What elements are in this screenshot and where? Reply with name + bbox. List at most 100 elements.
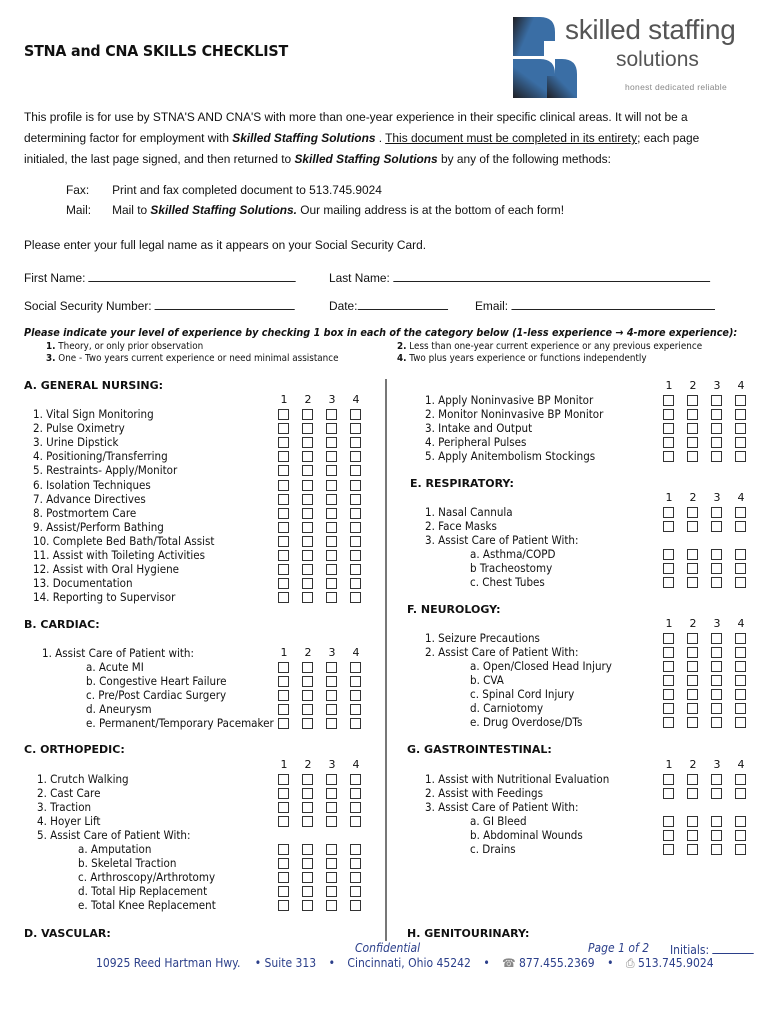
checkbox-G-1-level-3[interactable] (711, 788, 722, 800)
checkbox-A-2-level-4[interactable] (350, 437, 361, 449)
checkbox-F-0-level-1[interactable] (663, 633, 674, 644)
checkbox-G-sub-0-level-4[interactable] (735, 816, 746, 827)
checkbox-C-2-level-1[interactable] (278, 802, 289, 814)
checkbox-A-9-level-2[interactable] (302, 535, 313, 547)
checkbox-A-13-level-2[interactable] (302, 592, 313, 604)
checkbox-E-sub-2-level-4[interactable] (735, 577, 746, 589)
checkbox-D-2-level-2[interactable] (687, 423, 698, 435)
checkbox-A-8-level-1[interactable] (278, 521, 289, 533)
checkbox-B-2-level-1[interactable] (278, 690, 289, 702)
checkbox-A-7-level-4[interactable] (350, 507, 361, 519)
checkbox-C-3-level-4[interactable] (350, 816, 361, 828)
checkbox-A-12-level-4[interactable] (350, 578, 361, 590)
checkbox-G-sub-1-level-1[interactable] (663, 830, 674, 842)
checkbox-F-sub-0-level-3[interactable] (711, 661, 722, 672)
email-input[interactable] (511, 297, 715, 310)
checkbox-B-3-level-4[interactable] (350, 704, 361, 716)
checkbox-C-3-level-3[interactable] (326, 816, 337, 828)
checkbox-A-8-level-4[interactable] (350, 521, 361, 533)
checkbox-D-4-level-4[interactable] (735, 451, 746, 463)
checkbox-C-sub-3-level-3[interactable] (326, 886, 337, 898)
checkbox-A-13-level-1[interactable] (278, 592, 289, 604)
checkbox-F-sub-2-level-3[interactable] (711, 689, 722, 701)
checkbox-B-4-level-1[interactable] (278, 718, 289, 730)
checkbox-G-sub-2-level-2[interactable] (687, 844, 698, 856)
checkbox-G-0-level-4[interactable] (735, 774, 746, 785)
checkbox-A-13-level-3[interactable] (326, 592, 337, 604)
checkbox-F-sub-0-level-2[interactable] (687, 661, 698, 672)
checkbox-A-11-level-3[interactable] (326, 564, 337, 576)
checkbox-B-0-level-1[interactable] (278, 662, 289, 673)
checkbox-B-4-level-3[interactable] (326, 718, 337, 730)
checkbox-D-2-level-1[interactable] (663, 423, 674, 435)
checkbox-A-5-level-4[interactable] (350, 479, 361, 491)
checkbox-C-sub-3-level-1[interactable] (278, 886, 289, 898)
checkbox-C-1-level-3[interactable] (326, 788, 337, 800)
checkbox-A-11-level-2[interactable] (302, 564, 313, 576)
checkbox-D-0-level-4[interactable] (735, 395, 746, 406)
checkbox-A-5-level-1[interactable] (278, 479, 289, 491)
checkbox-E-1-level-4[interactable] (735, 521, 746, 533)
checkbox-A-11-level-1[interactable] (278, 564, 289, 576)
checkbox-C-sub-3-level-4[interactable] (350, 886, 361, 898)
checkbox-A-12-level-2[interactable] (302, 578, 313, 590)
checkbox-C-sub-4-level-2[interactable] (302, 900, 313, 912)
checkbox-A-0-level-4[interactable] (350, 409, 361, 420)
checkbox-E-1-level-1[interactable] (663, 521, 674, 533)
checkbox-C-2-level-2[interactable] (302, 802, 313, 814)
checkbox-A-2-level-2[interactable] (302, 437, 313, 449)
checkbox-G-0-level-1[interactable] (663, 774, 674, 785)
checkbox-A-0-level-2[interactable] (302, 409, 313, 420)
checkbox-A-5-level-2[interactable] (302, 479, 313, 491)
checkbox-C-3-level-1[interactable] (278, 816, 289, 828)
checkbox-E-1-level-3[interactable] (711, 521, 722, 533)
initials-input[interactable] (712, 941, 754, 954)
checkbox-F-sub-3-level-2[interactable] (687, 703, 698, 715)
checkbox-G-1-level-4[interactable] (735, 788, 746, 800)
checkbox-C-2-level-3[interactable] (326, 802, 337, 814)
checkbox-B-2-level-2[interactable] (302, 690, 313, 702)
checkbox-E-sub-2-level-1[interactable] (663, 577, 674, 589)
checkbox-F-1-level-1[interactable] (663, 647, 674, 659)
checkbox-A-4-level-1[interactable] (278, 465, 289, 477)
checkbox-E-0-level-2[interactable] (687, 507, 698, 518)
checkbox-A-7-level-1[interactable] (278, 507, 289, 519)
checkbox-B-2-level-3[interactable] (326, 690, 337, 702)
checkbox-C-sub-0-level-4[interactable] (350, 844, 361, 855)
checkbox-A-4-level-2[interactable] (302, 465, 313, 477)
checkbox-A-10-level-1[interactable] (278, 550, 289, 561)
checkbox-C-sub-0-level-1[interactable] (278, 844, 289, 855)
checkbox-D-2-level-4[interactable] (735, 423, 746, 435)
checkbox-A-7-level-3[interactable] (326, 507, 337, 519)
checkbox-D-3-level-4[interactable] (735, 437, 746, 449)
checkbox-C-1-level-1[interactable] (278, 788, 289, 800)
checkbox-C-sub-2-level-3[interactable] (326, 872, 337, 884)
checkbox-C-sub-1-level-2[interactable] (302, 858, 313, 870)
checkbox-F-0-level-4[interactable] (735, 633, 746, 644)
checkbox-C-sub-4-level-1[interactable] (278, 900, 289, 912)
checkbox-A-3-level-3[interactable] (326, 451, 337, 463)
checkbox-A-6-level-1[interactable] (278, 493, 289, 505)
checkbox-F-sub-3-level-4[interactable] (735, 703, 746, 715)
checkbox-C-0-level-3[interactable] (326, 774, 337, 785)
checkbox-A-1-level-4[interactable] (350, 423, 361, 435)
checkbox-F-sub-3-level-1[interactable] (663, 703, 674, 715)
checkbox-E-sub-2-level-2[interactable] (687, 577, 698, 589)
checkbox-G-sub-2-level-1[interactable] (663, 844, 674, 856)
checkbox-C-0-level-2[interactable] (302, 774, 313, 785)
checkbox-E-sub-0-level-1[interactable] (663, 549, 674, 560)
checkbox-C-sub-2-level-4[interactable] (350, 872, 361, 884)
checkbox-A-4-level-4[interactable] (350, 465, 361, 477)
checkbox-F-sub-1-level-2[interactable] (687, 675, 698, 687)
checkbox-A-1-level-2[interactable] (302, 423, 313, 435)
checkbox-E-0-level-4[interactable] (735, 507, 746, 518)
checkbox-A-13-level-4[interactable] (350, 592, 361, 604)
checkbox-C-sub-1-level-3[interactable] (326, 858, 337, 870)
checkbox-F-sub-2-level-2[interactable] (687, 689, 698, 701)
checkbox-C-sub-4-level-4[interactable] (350, 900, 361, 912)
checkbox-F-sub-2-level-1[interactable] (663, 689, 674, 701)
checkbox-A-3-level-4[interactable] (350, 451, 361, 463)
checkbox-D-0-level-3[interactable] (711, 395, 722, 406)
checkbox-A-4-level-3[interactable] (326, 465, 337, 477)
checkbox-C-sub-0-level-2[interactable] (302, 844, 313, 855)
